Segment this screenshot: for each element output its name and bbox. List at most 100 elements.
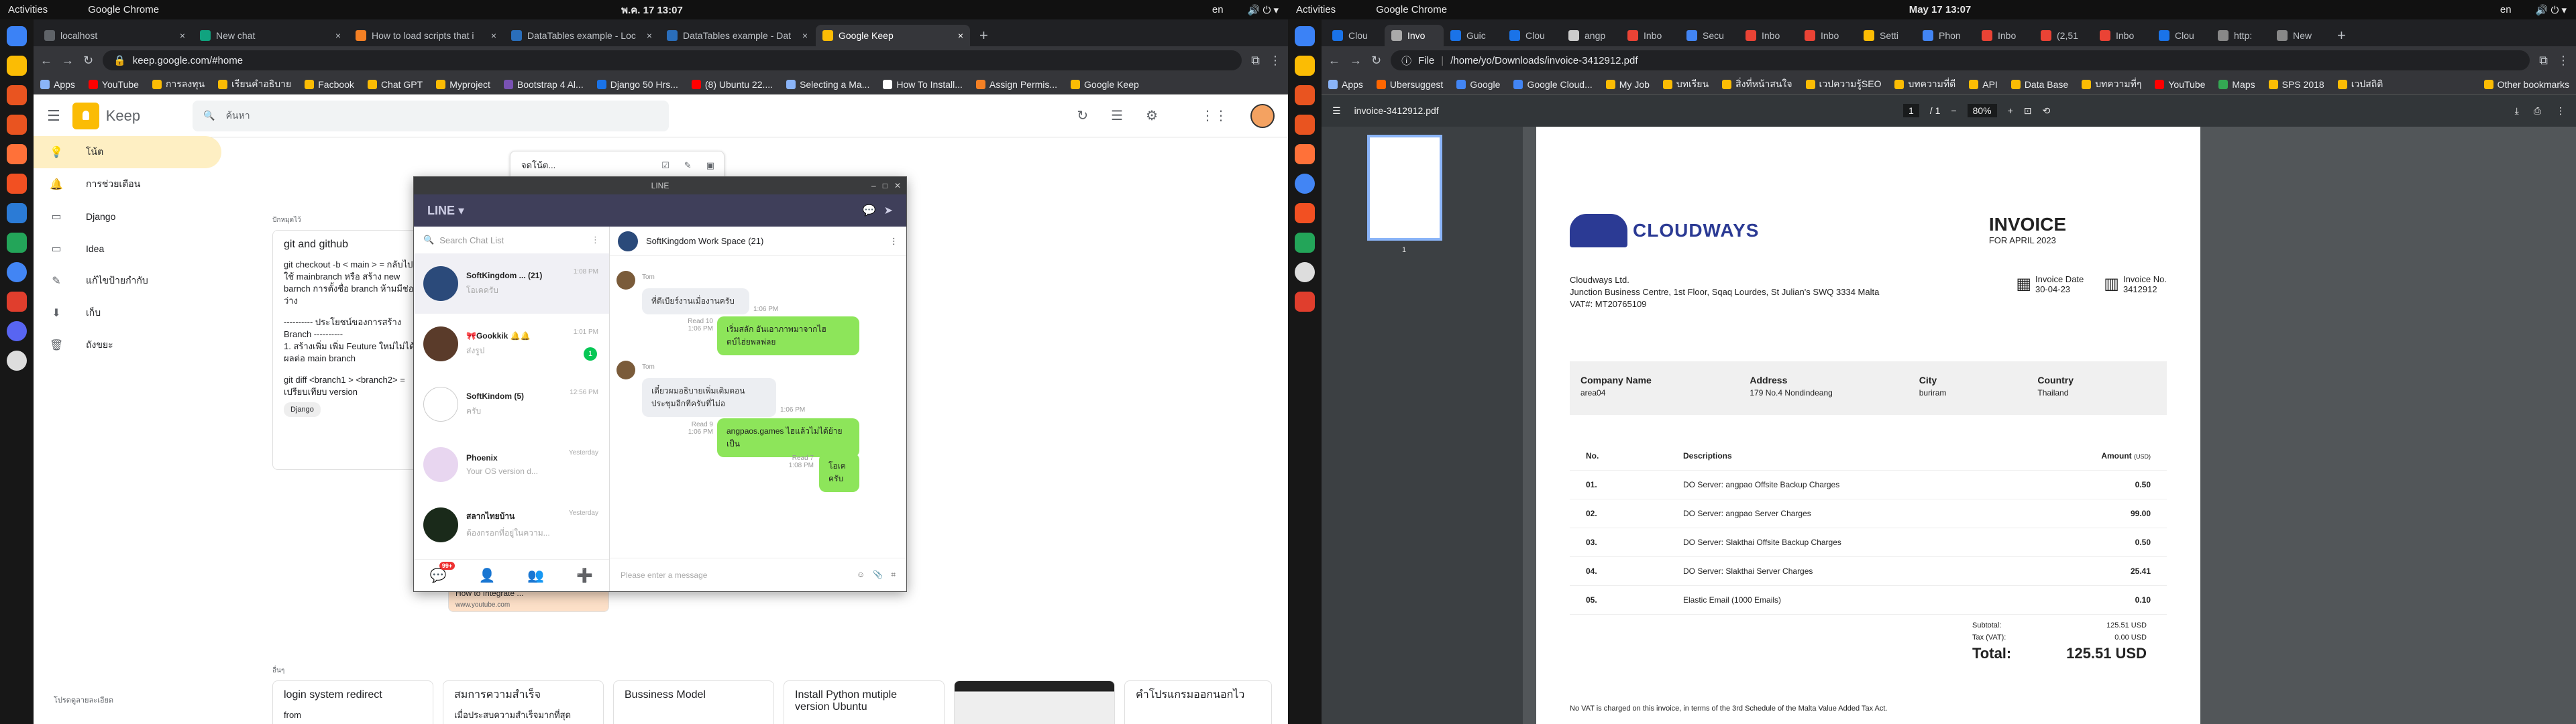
hamburger-menu-icon[interactable]: ☰ <box>1332 105 1341 117</box>
dock-app-icon[interactable] <box>1295 292 1315 312</box>
close-icon[interactable]: × <box>802 30 808 41</box>
search-input[interactable]: 🔍 ค้นหา <box>193 100 669 131</box>
bookmark-item[interactable]: Ubersuggest <box>1376 79 1443 90</box>
note-card[interactable]: คำโปรแกรมออกนอกไว <box>1124 680 1272 724</box>
bookmark-item[interactable]: YouTube <box>88 79 139 90</box>
sidebar-item-idea[interactable]: ▭ Idea <box>34 233 221 265</box>
discord-icon[interactable] <box>7 321 27 341</box>
chat-list-item[interactable]: 🎀Gookkik 🔔🔔 ส่งรูป 1:01 PM 1 <box>414 314 609 374</box>
bookmark-item[interactable]: เรียนคำอธิบาย <box>218 77 291 92</box>
url-bar[interactable]: ⓘ File |/home/yo/Downloads/invoice-3412912… <box>1391 50 2530 70</box>
browser-tab[interactable]: Inbo <box>1975 25 2034 46</box>
sidebar-item-django[interactable]: ▭ Django <box>34 200 221 233</box>
label-chip[interactable]: Django <box>284 402 321 417</box>
note-card-image[interactable] <box>954 680 1115 724</box>
page-thumbnail[interactable] <box>1367 135 1442 241</box>
menu-icon[interactable]: ⋮ <box>2557 54 2569 68</box>
system-menu-icon[interactable]: 🔊 ⏻ ▾ <box>1248 4 1279 16</box>
browser-tab[interactable]: (2,51 <box>2034 25 2093 46</box>
close-icon[interactable]: ✕ <box>894 181 901 190</box>
bookmark-item[interactable]: Google Keep <box>1071 79 1139 90</box>
refresh-icon[interactable]: ↻ <box>1077 107 1088 124</box>
reload-icon[interactable]: ↻ <box>1371 54 1381 68</box>
bookmark-item[interactable]: เวปสถิติ <box>2337 77 2383 92</box>
bookmark-item[interactable]: SPS 2018 <box>2268 79 2324 90</box>
print-icon[interactable]: ⎙ <box>2534 105 2541 117</box>
dock-app-icon[interactable] <box>7 292 27 312</box>
screenshot-icon[interactable]: ⌗ <box>891 570 896 580</box>
settings-icon[interactable]: ⚙ <box>1146 107 1158 124</box>
bookmark-item[interactable]: How To Install... <box>883 79 963 90</box>
page-number-input[interactable]: 1 <box>1903 104 1919 117</box>
hamburger-menu-icon[interactable]: ☰ <box>47 107 60 125</box>
message-bubble[interactable]: เริ่มสลัก อันเอาภาพมาจากไฮตบ์ไฮ่ยพลพ่ลย <box>717 316 859 355</box>
bookmark-item[interactable]: บทความที่ดี <box>1894 77 1955 92</box>
attach-icon[interactable]: 📎 <box>873 570 883 580</box>
bookmark-item[interactable]: Google Cloud... <box>1513 79 1593 90</box>
list-view-icon[interactable]: ☰ <box>1111 107 1123 124</box>
message-input[interactable]: Please enter a message ☺ 📎 ⌗ <box>610 558 906 591</box>
new-tab-button[interactable]: + <box>2329 25 2354 46</box>
message-bubble[interactable]: angpaos.games ไฮแล้วไม่ได้ย้ายเป็น <box>717 418 859 457</box>
bookmark-item[interactable]: Myproject <box>436 79 490 90</box>
dock-app-icon[interactable] <box>7 203 27 223</box>
bookmark-item[interactable]: บทเรียน <box>1662 77 1709 92</box>
browser-tab[interactable]: Clou <box>2152 25 2211 46</box>
note-card[interactable]: สมการความสำเร็จ เมื่อประสบความสำเร็จมากที… <box>443 680 604 724</box>
groups-icon[interactable]: 👥 <box>527 567 544 584</box>
browser-tab[interactable]: Phon <box>1916 25 1975 46</box>
bookmark-item[interactable]: Bootstrap 4 Al... <box>503 79 584 90</box>
dock-app-icon[interactable] <box>1295 115 1315 135</box>
browser-tab[interactable]: localhost × <box>38 25 192 46</box>
sidebar-item-trash[interactable]: 🗑 ถังขยะ <box>34 329 221 361</box>
browser-tab[interactable]: Inbo <box>1739 25 1798 46</box>
dock-app-icon[interactable] <box>7 115 27 135</box>
browser-tab[interactable]: Setti <box>1857 25 1916 46</box>
bookmark-item[interactable]: Data Base <box>2010 79 2068 90</box>
browser-tab[interactable]: Clou <box>1503 25 1562 46</box>
send-icon[interactable]: ➤ <box>884 204 893 217</box>
bookmark-item[interactable]: Chat GPT <box>367 79 423 90</box>
maximize-icon[interactable]: □ <box>883 181 888 190</box>
bookmark-item[interactable]: Other bookmarks <box>2483 79 2569 90</box>
fit-page-icon[interactable]: ⊡ <box>2024 105 2032 117</box>
zoom-input[interactable]: 80% <box>1967 104 1997 117</box>
chat-list-item[interactable]: สลากไทยบ้าน ต้องกรอกที่อยู่ในความ... Yeste… <box>414 495 609 555</box>
add-friend-icon[interactable]: ➕ <box>576 567 593 584</box>
firefox-icon[interactable] <box>7 144 27 164</box>
friends-icon[interactable]: 👤 <box>479 567 496 584</box>
bookmark-item[interactable]: YouTube <box>2155 79 2205 90</box>
message-bubble[interactable]: เดี๋ยวผมอธิบายเพิ่มเติมตอนประชุมอีกทีครั… <box>642 378 776 417</box>
sidebar-item-edit-labels[interactable]: ✎ แก้ไขป้ายกำกับ <box>34 265 221 297</box>
download-icon[interactable]: ⤓ <box>2515 105 2519 117</box>
browser-tab-active[interactable]: Google Keep × <box>816 25 970 46</box>
chat-list-item[interactable]: SoftKingdom ... (21) โอเคครับ 1:08 PM <box>414 253 609 314</box>
clock[interactable]: พ.ค. 17 13:07 <box>621 2 683 18</box>
browser-tab[interactable]: New <box>2270 25 2329 46</box>
image-icon[interactable]: ▣ <box>706 160 714 172</box>
bookmark-item[interactable]: Assign Permis... <box>975 79 1057 90</box>
dock-app-icon[interactable] <box>1295 262 1315 282</box>
note-card[interactable]: git and github git checkout -b < main > … <box>272 230 433 470</box>
bookmark-item[interactable]: การลงทุน <box>152 77 205 92</box>
dock-app-icon[interactable] <box>1295 26 1315 46</box>
message-bubble[interactable]: ที่ดีเบียร์งานเมื่องานครับ <box>642 288 749 314</box>
close-icon[interactable]: × <box>491 30 496 41</box>
forward-icon[interactable]: → <box>1350 54 1362 68</box>
browser-tab[interactable]: Inbo <box>2093 25 2152 46</box>
message-bubble[interactable]: โอเคครับ <box>819 453 859 492</box>
line-logo[interactable]: LINE ▾ <box>427 204 464 218</box>
bookmark-item[interactable]: My Job <box>1605 79 1650 90</box>
bookmark-item[interactable]: Apps <box>40 79 75 90</box>
browser-tab[interactable]: Secu <box>1680 25 1739 46</box>
sidebar-item-archive[interactable]: ⬇ เก็บ <box>34 297 221 329</box>
more-icon[interactable]: ⋮ <box>890 236 898 247</box>
bookmark-item[interactable]: สิ่งที่หน้าสนใจ <box>1722 77 1792 92</box>
bookmark-item[interactable]: เวปความรู้SEO <box>1805 77 1881 92</box>
rotate-icon[interactable]: ⟲ <box>2043 105 2051 117</box>
language-indicator[interactable]: en <box>1212 4 1224 16</box>
bookmark-item[interactable]: Apps <box>1328 79 1363 90</box>
browser-tab[interactable]: New chat × <box>193 25 347 46</box>
chat-list-item[interactable]: SoftKindom (5) ครับ 12:56 PM <box>414 374 609 434</box>
browser-tab[interactable]: Inbo <box>1621 25 1680 46</box>
